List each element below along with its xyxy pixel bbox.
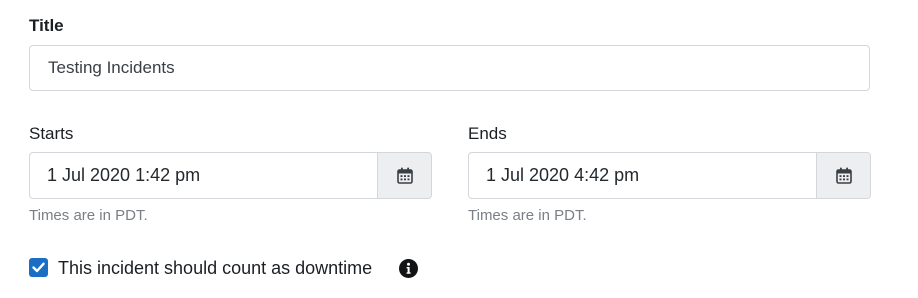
- ends-date-input[interactable]: [469, 153, 816, 198]
- ends-label: Ends: [468, 124, 507, 143]
- calendar-icon: [396, 167, 413, 184]
- starts-date-group: [29, 152, 432, 199]
- ends-timezone-hint: Times are in PDT.: [468, 207, 587, 224]
- downtime-label[interactable]: This incident should count as downtime: [58, 258, 372, 279]
- starts-calendar-button[interactable]: [377, 153, 431, 198]
- checkmark-icon: [32, 262, 45, 273]
- info-icon[interactable]: [399, 259, 418, 278]
- starts-timezone-hint: Times are in PDT.: [29, 207, 148, 224]
- title-input[interactable]: [29, 45, 870, 91]
- ends-date-group: [468, 152, 871, 199]
- title-label: Title: [29, 16, 64, 35]
- starts-label: Starts: [29, 124, 74, 143]
- calendar-icon: [835, 167, 852, 184]
- ends-calendar-button[interactable]: [816, 153, 870, 198]
- downtime-checkbox[interactable]: [29, 258, 48, 277]
- starts-date-input[interactable]: [30, 153, 377, 198]
